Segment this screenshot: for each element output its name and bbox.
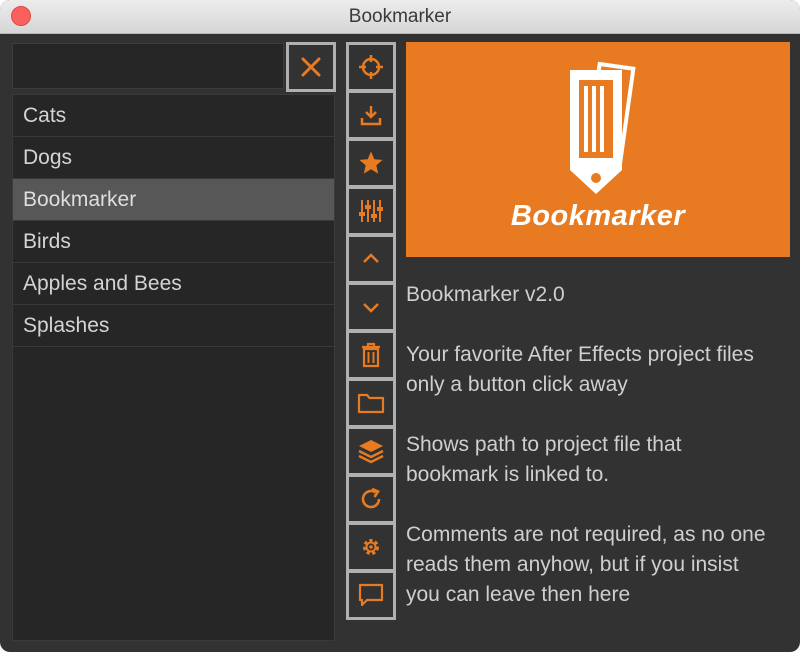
star-icon <box>359 151 383 174</box>
settings-sliders-button[interactable] <box>346 186 396 236</box>
clear-search-button[interactable] <box>286 42 336 92</box>
sliders-icon <box>359 200 383 222</box>
comment-button[interactable] <box>346 570 396 620</box>
list-item[interactable]: Cats <box>13 95 334 137</box>
layers-icon <box>358 440 384 464</box>
trash-icon <box>362 342 380 368</box>
comment-icon <box>358 583 384 607</box>
refresh-icon <box>361 487 381 509</box>
move-down-button[interactable] <box>346 282 396 332</box>
list-item[interactable]: Birds <box>13 221 334 263</box>
chevron-up-icon <box>363 253 379 263</box>
comment-line: reads them anyhow, but if you insist <box>406 553 739 576</box>
import-button[interactable] <box>346 90 396 140</box>
window-title: Bookmarker <box>348 6 452 27</box>
move-up-button[interactable] <box>346 234 396 284</box>
delete-button[interactable] <box>346 330 396 380</box>
list-item[interactable]: Splashes <box>13 305 334 347</box>
description-line: only a button click away <box>406 373 628 396</box>
refresh-button[interactable] <box>346 474 396 524</box>
search-input[interactable] <box>12 43 284 89</box>
comment-text: Comments are not required, as no one rea… <box>406 520 796 610</box>
locate-button[interactable] <box>346 42 396 92</box>
crosshair-icon <box>359 55 383 79</box>
preferences-button[interactable] <box>346 522 396 572</box>
bookmarker-window: Bookmarker Cats Dogs Bookmarker Birds Ap… <box>0 0 800 652</box>
description-text: Your favorite After Effects project file… <box>406 340 796 400</box>
comment-line: you can leave then here <box>406 583 631 606</box>
open-folder-button[interactable] <box>346 378 396 428</box>
path-line: bookmark is linked to. <box>406 463 610 486</box>
path-line: Shows path to project file that <box>406 433 682 456</box>
comment-line: Comments are not required, as no one <box>406 523 766 546</box>
chevron-down-icon <box>363 303 379 313</box>
gear-icon <box>363 539 379 555</box>
folder-icon <box>357 393 385 414</box>
title-bar: Bookmarker <box>0 0 800 34</box>
description-line: Your favorite After Effects project file… <box>406 343 754 366</box>
banner-title: Bookmarker <box>510 200 686 232</box>
list-item[interactable]: Apples and Bees <box>13 263 334 305</box>
download-icon <box>360 106 382 126</box>
app-banner: Bookmarker <box>406 42 790 257</box>
layers-button[interactable] <box>346 426 396 476</box>
bookmark-info-panel: Bookmarker v2.0 Your favorite After Effe… <box>406 280 796 640</box>
list-item-selected[interactable]: Bookmarker <box>13 179 334 221</box>
list-item[interactable]: Dogs <box>13 137 334 179</box>
toolbar <box>346 42 396 620</box>
version-text: Bookmarker v2.0 <box>406 283 565 306</box>
bookmark-list: Cats Dogs Bookmarker Birds Apples and Be… <box>12 94 335 641</box>
path-text: Shows path to project file that bookmark… <box>406 430 796 490</box>
favorite-button[interactable] <box>346 138 396 188</box>
close-icon <box>301 57 321 77</box>
